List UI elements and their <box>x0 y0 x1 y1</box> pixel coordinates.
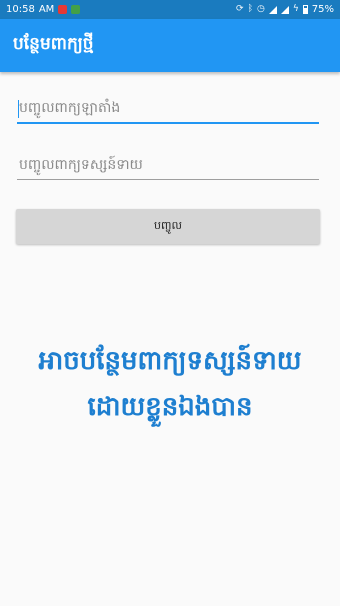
status-right: ⟳ ᛒ ◷ ϟ 75% <box>236 4 334 15</box>
status-time: 10:58 <box>6 4 35 15</box>
sync-icon: ⟳ <box>236 4 244 14</box>
page-title: បន្ថែមពាក្យថ្មី <box>13 34 94 54</box>
battery-icon <box>302 5 308 14</box>
bluetooth-icon: ᛒ <box>247 4 253 14</box>
text-cursor <box>18 100 19 118</box>
app-screen: 10:58 AM ⟳ ᛒ ◷ ϟ 75% បន្ថែមពាក្យថ្មី បញ្… <box>0 0 340 606</box>
status-bar: 10:58 AM ⟳ ᛒ ◷ ϟ 75% <box>0 0 340 19</box>
app-bar: បន្ថែមពាក្យថ្មី <box>0 19 340 72</box>
alarm-icon: ◷ <box>256 4 265 14</box>
battery-level: 75% <box>311 4 334 15</box>
signal-icon <box>280 5 289 14</box>
notification-icon <box>71 5 81 14</box>
status-left: 10:58 AM <box>6 4 81 15</box>
info-message-line-2: ដោយខ្លួនឯងបាន <box>87 392 253 422</box>
notification-icon <box>58 5 68 14</box>
status-am-pm: AM <box>38 4 55 15</box>
meaning-input[interactable] <box>17 150 319 180</box>
info-message: អាចបន្ថែមពាក្យទស្សន៍ទាយ ដោយខ្លួនឯងបាន <box>0 338 340 430</box>
submit-button[interactable]: បញ្ចូល <box>16 209 320 244</box>
info-message-line-1: អាចបន្ថែមពាក្យទស្សន៍ទាយ <box>38 346 302 376</box>
word-input[interactable] <box>17 94 319 124</box>
charging-icon: ϟ <box>292 4 299 14</box>
signal-icon <box>268 5 277 14</box>
